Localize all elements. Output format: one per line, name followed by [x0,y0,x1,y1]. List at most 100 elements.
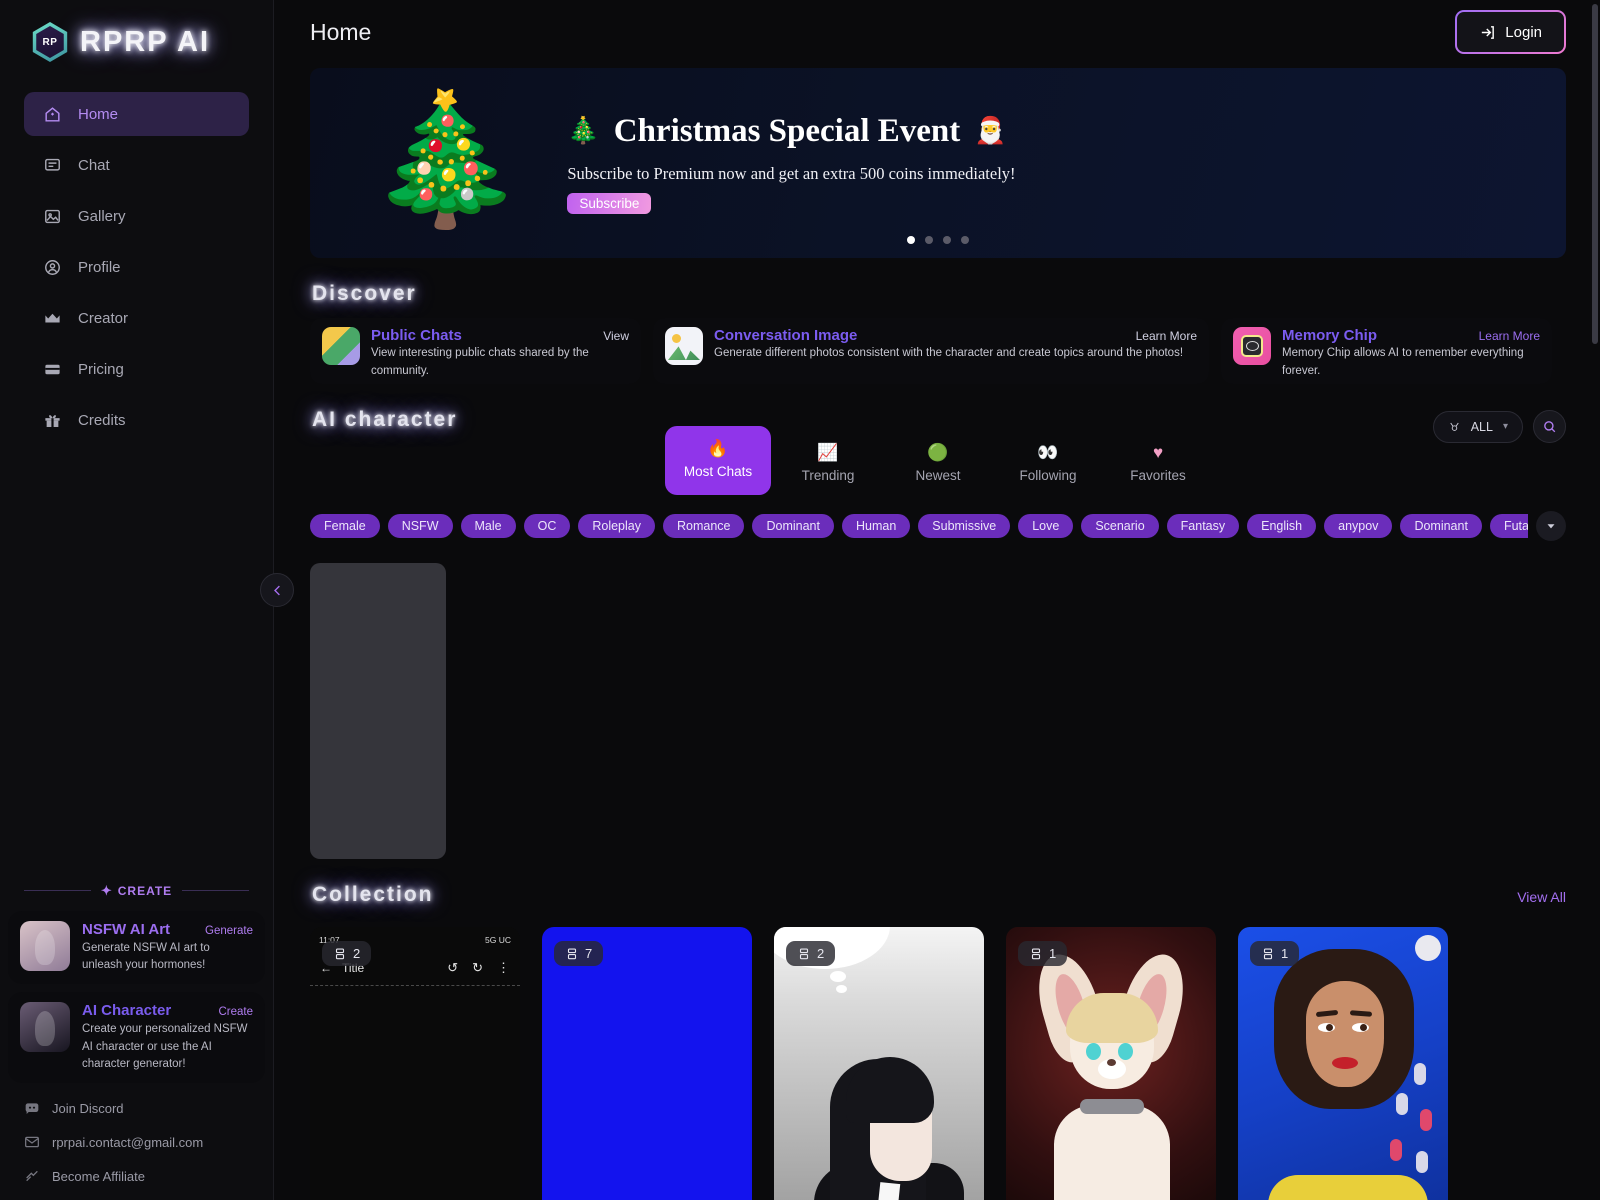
promo-card-nsfw-ai-art[interactable]: NSFW AI Art Generate Generate NSFW AI ar… [8,910,265,985]
collection-section-title: Collection [312,883,434,906]
filter-tag[interactable]: Fantasy [1166,514,1240,538]
carousel-dot[interactable] [925,236,933,244]
collection-count: 2 [817,946,825,961]
page-scrollbar[interactable] [1592,4,1598,344]
carousel-dots [310,236,1566,244]
people-icon [335,947,345,959]
memory-chip-icon [1233,327,1271,365]
redo-icon: ↻ [472,960,483,975]
filter-tag[interactable]: Roleplay [578,514,655,538]
affiliate-icon [26,1170,38,1182]
discover-card-link[interactable]: Learn More [1479,329,1540,343]
chevron-down-icon: ▾ [1502,421,1508,432]
expand-tags-button[interactable] [1536,511,1566,541]
sidebar-item-pricing[interactable]: Pricing [24,347,249,391]
ai-character-section-title: AI character [312,408,458,431]
filter-tag[interactable]: Scenario [1081,514,1159,538]
gender-filter-select[interactable]: ALL ▾ [1432,410,1523,443]
collection-card[interactable]: 7 [542,927,752,1200]
filter-tag[interactable]: Love [1018,514,1074,538]
filter-tag[interactable]: Futanari [1489,514,1528,538]
search-button[interactable] [1533,410,1566,443]
newest-icon: 🟢 [927,443,949,462]
discover-card-memory-chip[interactable]: Memory Chip Learn More Memory Chip allow… [1221,318,1552,384]
carousel-dot[interactable] [907,236,915,244]
filter-tag[interactable]: Romance [662,514,745,538]
filter-tag[interactable]: English [1247,514,1317,538]
filter-tag[interactable]: OC [523,514,571,538]
carousel-dot[interactable] [943,236,951,244]
sidebar-item-home[interactable]: Home [24,92,249,136]
collection-count: 1 [1281,946,1289,961]
collection-view-all-link[interactable]: View All [1517,889,1566,905]
discord-icon [25,1103,39,1114]
sidebar-item-chat[interactable]: Chat [24,143,249,187]
promo-thumbnail [20,920,70,971]
chevron-down-icon [1547,524,1555,529]
chat-icon [42,155,62,175]
sidebar-item-label: Creator [78,309,129,327]
card-icon [42,359,62,379]
footer-link-affiliate[interactable]: Become Affiliate [0,1159,273,1200]
filter-tag[interactable]: NSFW [387,514,453,538]
more-vertical-icon: ⋮ [497,960,510,975]
tab-newest[interactable]: 🟢 Newest [885,434,991,495]
filter-tag[interactable]: Human [841,514,911,538]
login-button[interactable]: Login [1455,10,1566,54]
promo-title: NSFW AI Art [82,920,171,938]
sidebar-item-creator[interactable]: Creator [24,296,249,340]
filter-tag[interactable]: Male [460,514,516,538]
tab-favorites[interactable]: ♥ Favorites [1105,434,1211,495]
promo-title: AI Character [82,1002,172,1020]
sidebar-item-profile[interactable]: Profile [24,245,249,289]
tab-following[interactable]: 👀 Following [995,434,1101,495]
discover-card-link[interactable]: View [603,329,629,343]
carousel-dot[interactable] [961,236,969,244]
collection-card[interactable]: 1 [1238,927,1448,1200]
create-divider: ✦ CREATE [0,883,273,899]
subscribe-button[interactable]: Subscribe [567,192,652,214]
discover-card-conversation-image[interactable]: Conversation Image Learn More Generate d… [653,318,1209,384]
filter-tag[interactable]: anypov [1324,514,1393,538]
home-icon [42,104,62,124]
discover-card-public-chats[interactable]: Public Chats View View interesting publi… [310,318,641,384]
trending-icon: 📈 [817,443,839,462]
promo-action-link[interactable]: Create [218,1006,253,1018]
filter-tag[interactable]: Female [310,514,380,538]
app-root: RP RPRP AI Home Chat Gallery Profile Cre… [0,0,1600,1200]
banner-title-row: 🎄 Christmas Special Event 🎅 [567,113,1566,150]
sidebar-item-credits[interactable]: Credits [24,398,249,442]
discover-card-link[interactable]: Learn More [1136,329,1197,343]
create-label: CREATE [117,883,173,898]
collection-card[interactable]: 11:07 5G UC ← Title ↺ ↻ ⋮ 2 [310,927,520,1200]
people-icon [1031,947,1041,959]
tab-trending[interactable]: 📈 Trending [775,434,881,495]
filter-tag[interactable]: Dominant [752,514,834,538]
filter-tags: Female NSFW Male OC Roleplay Romance Dom… [310,514,1528,538]
footer-link-discord[interactable]: Join Discord [0,1091,273,1125]
footer-link-label: rprpai.contact@gmail.com [52,1134,204,1150]
footer-link-email[interactable]: rprpai.contact@gmail.com [0,1125,273,1159]
promo-action-link[interactable]: Generate [205,925,253,937]
character-grid [310,563,1566,859]
collection-count-badge: 7 [554,941,604,966]
filter-tag[interactable]: Submissive [918,514,1011,538]
discover-card-title: Conversation Image [714,327,858,344]
tab-most-chats[interactable]: 🔥 Most Chats [665,426,771,495]
discover-card-description: View interesting public chats shared by … [371,347,589,377]
collection-card[interactable]: 2 [774,927,984,1200]
collection-card[interactable]: 1 [1006,927,1216,1200]
login-button-label: Login [1505,23,1542,41]
top-bar: Home Login [274,0,1600,64]
conversation-image-icon [665,327,703,365]
footer-link-label: Become Affiliate [52,1168,145,1184]
brand-logo[interactable]: RP RPRP AI [0,0,273,80]
discover-section-title: Discover [312,282,417,305]
promo-banner[interactable]: 🎄 🎄 Christmas Special Event 🎅 Subscribe … [310,68,1566,258]
promo-card-ai-character[interactable]: AI Character Create Create your personal… [8,992,265,1083]
collection-count: 7 [585,946,593,961]
sidebar-collapse-button[interactable] [260,573,294,607]
filter-tag[interactable]: Dominant [1400,514,1482,538]
sidebar-item-gallery[interactable]: Gallery [24,194,249,238]
gallery-icon [42,206,62,226]
